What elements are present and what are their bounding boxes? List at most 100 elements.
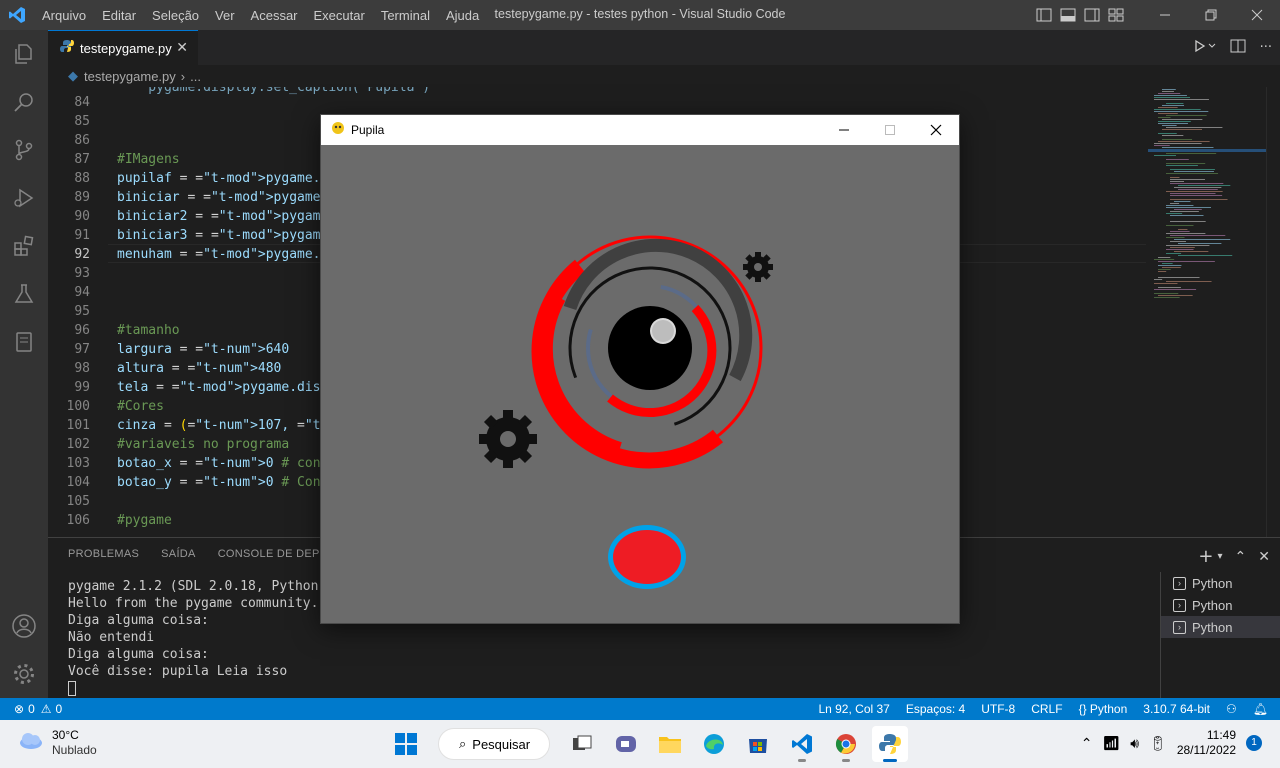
terminal-item[interactable]: › Python: [1161, 572, 1280, 594]
menu-arquivo[interactable]: Arquivo: [34, 8, 94, 23]
terminal-item-label: Python: [1192, 575, 1233, 591]
tab-saida[interactable]: SAÍDA: [161, 548, 196, 560]
terminal-item[interactable]: › Python: [1161, 594, 1280, 616]
notifications-bell-icon[interactable]: 🔔︎: [1253, 702, 1268, 716]
close-window-button[interactable]: [1234, 0, 1280, 30]
terminal-icon: ›: [1173, 620, 1186, 634]
minimap-line: [1170, 247, 1195, 248]
pygame-minimize-button[interactable]: [821, 115, 867, 145]
menu-ajuda[interactable]: Ajuda: [438, 8, 487, 23]
menu-ver[interactable]: Ver: [207, 8, 243, 23]
pygame-canvas[interactable]: [321, 145, 959, 623]
explorer-icon[interactable]: [0, 30, 48, 78]
start-button[interactable]: [388, 726, 424, 762]
volume-icon[interactable]: 🔊︎: [1130, 735, 1139, 752]
encoding[interactable]: UTF-8: [981, 702, 1015, 716]
minimap-line: [1158, 277, 1200, 278]
minimap-line: [1158, 113, 1178, 114]
toggle-sidebar-icon[interactable]: [1032, 0, 1056, 30]
line-number: 102: [66, 437, 90, 452]
breadcrumb-file[interactable]: testepygame.py: [84, 69, 176, 84]
menu-terminal[interactable]: Terminal: [373, 8, 438, 23]
clock-time: 11:49: [1206, 728, 1236, 742]
minimap-line: [1162, 267, 1181, 268]
minimap-line: [1166, 127, 1223, 128]
line-number: 103: [66, 456, 90, 471]
toggle-panel-icon[interactable]: [1056, 0, 1080, 30]
new-terminal-icon[interactable]: +: [1198, 546, 1213, 567]
terminal-item-selected[interactable]: › Python: [1161, 616, 1280, 638]
vscode-taskbar-icon[interactable]: [784, 726, 820, 762]
menu-selecao[interactable]: Seleção: [144, 8, 207, 23]
split-editor-icon[interactable]: [1230, 39, 1246, 57]
pygame-close-button[interactable]: [913, 115, 959, 145]
task-view-icon[interactable]: [564, 726, 600, 762]
chrome-icon[interactable]: [828, 726, 864, 762]
menu-editar[interactable]: Editar: [94, 8, 144, 23]
teams-chat-icon[interactable]: [608, 726, 644, 762]
indentation[interactable]: Espaços: 4: [906, 702, 965, 716]
line-number: 94: [74, 285, 90, 300]
terminal-line: pygame 2.1.2 (SDL 2.0.18, Python: [68, 579, 319, 594]
minimap-line: [1174, 209, 1202, 210]
tab-problemas[interactable]: PROBLEMAS: [68, 548, 139, 560]
pygame-maximize-button[interactable]: [867, 115, 913, 145]
minimap-line: [1154, 289, 1197, 290]
line-number: 87: [74, 152, 90, 167]
run-python-file-icon[interactable]: [1194, 39, 1216, 57]
code-line: 84: [48, 93, 1148, 112]
menu-executar[interactable]: Executar: [306, 8, 373, 23]
battery-icon[interactable]: 🔋︎: [1149, 735, 1167, 752]
extensions-icon[interactable]: [0, 222, 48, 270]
remote-explorer-icon[interactable]: [0, 318, 48, 366]
maximize-panel-icon[interactable]: ⌃: [1235, 549, 1247, 565]
minimap-line: [1154, 143, 1202, 144]
accounts-icon[interactable]: [0, 602, 48, 650]
minimap[interactable]: [1148, 87, 1268, 537]
end-of-line[interactable]: CRLF: [1031, 702, 1062, 716]
python-interpreter[interactable]: 3.10.7 64-bit: [1143, 702, 1210, 716]
show-hidden-icons-chevron-icon[interactable]: ⌃: [1081, 735, 1093, 752]
restore-button[interactable]: [1188, 0, 1234, 30]
tab-testepygame[interactable]: testepygame.py ✕: [48, 30, 198, 65]
minimize-button[interactable]: [1142, 0, 1188, 30]
language-mode[interactable]: {} Python: [1079, 702, 1128, 716]
menu-acessar[interactable]: Acessar: [243, 8, 306, 23]
tab-bar: testepygame.py ✕ ···: [48, 30, 1280, 65]
more-actions-icon[interactable]: ···: [1260, 40, 1272, 55]
breadcrumb-more[interactable]: ...: [190, 69, 201, 84]
edge-browser-icon[interactable]: [696, 726, 732, 762]
minimap-line: [1170, 211, 1199, 212]
line-number: 93: [74, 266, 90, 281]
editor-scrollbar[interactable]: [1266, 87, 1280, 537]
minimap-line: [1154, 293, 1179, 294]
terminal-dropdown-icon[interactable]: ▾: [1218, 551, 1223, 562]
minimap-line: [1154, 145, 1170, 146]
source-control-icon[interactable]: [0, 126, 48, 174]
cursor-position[interactable]: Ln 92, Col 37: [818, 702, 889, 716]
weather-widget[interactable]: 30°C Nublado: [16, 728, 97, 758]
taskbar-search[interactable]: ⌕ Pesquisar: [438, 728, 550, 760]
file-explorer-icon[interactable]: [652, 726, 688, 762]
testing-icon[interactable]: [0, 270, 48, 318]
clock[interactable]: 11:49 28/11/2022: [1177, 728, 1236, 758]
run-debug-icon[interactable]: [0, 174, 48, 222]
close-panel-icon[interactable]: ✕: [1258, 549, 1270, 565]
problems-status[interactable]: ⊗ 0 ⚠ 0: [14, 702, 62, 716]
python-pygame-taskbar-icon[interactable]: [872, 726, 908, 762]
pygame-titlebar[interactable]: Pupila: [321, 115, 959, 145]
toggle-secondary-sidebar-icon[interactable]: [1080, 0, 1104, 30]
start-record-button[interactable]: [608, 525, 686, 589]
tab-close-icon[interactable]: ✕: [176, 40, 188, 56]
microsoft-store-icon[interactable]: [740, 726, 776, 762]
minimap-line: [1158, 265, 1182, 266]
settings-gear-icon[interactable]: [0, 650, 48, 698]
feedback-icon[interactable]: ⚇: [1226, 702, 1237, 716]
customize-layout-icon[interactable]: [1104, 0, 1128, 30]
wifi-icon[interactable]: 📶︎: [1102, 735, 1120, 752]
small-gear-icon: [743, 252, 773, 282]
notification-badge[interactable]: 1: [1246, 735, 1262, 751]
minimap-line: [1162, 135, 1184, 136]
search-icon[interactable]: [0, 78, 48, 126]
terminal-output[interactable]: pygame 2.1.2 (SDL 2.0.18, Python Hello f…: [68, 578, 318, 697]
